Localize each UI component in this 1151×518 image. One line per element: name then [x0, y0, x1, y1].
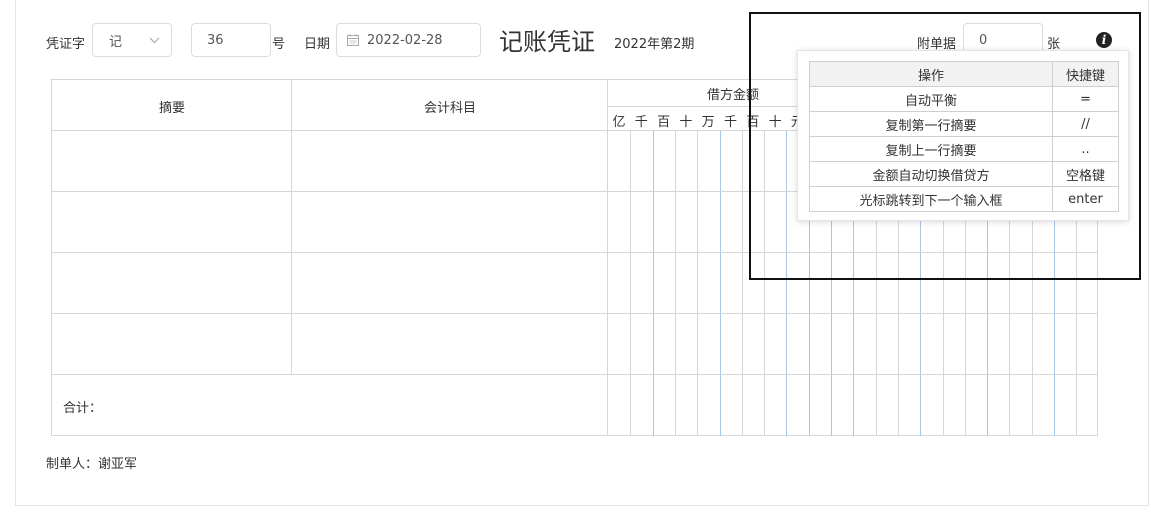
- entry-account-cell[interactable]: [292, 131, 607, 191]
- column-header-summary: 摘要: [158, 101, 185, 116]
- shortcut-key: enter: [1052, 186, 1119, 212]
- shortcut-table: 操作 快捷键 自动平衡 = 复制第一行摘要// 复制上一行摘要.. 金额自动切换借…: [809, 61, 1119, 212]
- digit-column-line: [720, 131, 721, 436]
- shortcut-action: 自动平衡: [809, 86, 1053, 112]
- entry-account-cell[interactable]: [292, 192, 607, 252]
- entry-summary-cell[interactable]: [52, 192, 291, 252]
- page-title: 记账凭证: [499, 28, 595, 56]
- shortcut-help-popup: 操作 快捷键 自动平衡 = 复制第一行摘要// 复制上一行摘要.. 金额自动切换借…: [797, 50, 1129, 221]
- info-icon[interactable]: i: [1096, 32, 1112, 48]
- digit-column-label: 千: [634, 115, 648, 130]
- column-header-account: 会计科目: [423, 101, 476, 116]
- maker-label: 制单人：: [46, 457, 99, 472]
- entry-account-cell[interactable]: [292, 314, 607, 374]
- voucher-word-value: 记: [109, 34, 123, 50]
- entry-account-cell[interactable]: [292, 253, 607, 313]
- entry-summary-cell[interactable]: [52, 131, 291, 191]
- shortcut-action: 光标跳转到下一个输入框: [809, 186, 1053, 212]
- period-label: 2022年第2期: [614, 37, 695, 52]
- shortcut-header-key: 快捷键: [1052, 61, 1119, 87]
- shortcut-row: 自动平衡 =: [809, 86, 1119, 112]
- digit-column-line: [630, 131, 631, 436]
- digit-column-line: [653, 131, 654, 436]
- number-suffix: 号: [272, 37, 286, 52]
- digit-column-label: 百: [657, 115, 671, 130]
- digit-column-line: [786, 131, 787, 436]
- digit-column-line: [764, 131, 765, 436]
- entry-summary-cell[interactable]: [52, 253, 291, 313]
- digit-column-label: 十: [768, 115, 782, 130]
- digit-column-line: [742, 131, 743, 436]
- voucher-number-value: 36: [207, 32, 224, 48]
- digit-column-label: 千: [723, 115, 737, 130]
- voucher-word-label: 凭证字: [46, 37, 86, 52]
- digit-column-label: 亿: [612, 115, 626, 130]
- entry-summary-cell[interactable]: [52, 314, 291, 374]
- digit-column-label: 万: [701, 115, 715, 130]
- shortcut-action: 复制上一行摘要: [809, 136, 1053, 162]
- maker-info: 制单人：谢亚军: [46, 453, 137, 472]
- shortcut-key: ..: [1052, 136, 1119, 162]
- shortcut-action: 金额自动切换借贷方: [809, 161, 1053, 187]
- voucher-number-input[interactable]: 36: [191, 23, 271, 57]
- digit-column-line: [675, 131, 676, 436]
- attachments-value: 0: [979, 32, 988, 48]
- voucher-word-select[interactable]: 记: [92, 23, 172, 57]
- chevron-down-icon: [149, 37, 160, 44]
- calendar-icon: [347, 34, 359, 46]
- shortcut-row: 复制上一行摘要..: [809, 136, 1119, 162]
- shortcut-row: 金额自动切换借贷方 空格键: [809, 161, 1119, 187]
- shortcut-row: 复制第一行摘要//: [809, 111, 1119, 137]
- shortcut-key: //: [1052, 111, 1119, 137]
- shortcut-header-action: 操作: [809, 61, 1053, 87]
- shortcut-key: =: [1052, 86, 1119, 112]
- maker-name: 谢亚军: [98, 457, 138, 472]
- digit-column-label: 百: [746, 115, 760, 130]
- total-label: 合计：: [63, 401, 103, 416]
- date-picker[interactable]: 2022-02-28: [336, 23, 481, 57]
- shortcut-action: 复制第一行摘要: [809, 111, 1053, 137]
- digit-column-label: 十: [679, 115, 693, 130]
- shortcut-key: 空格键: [1052, 161, 1119, 187]
- digit-column-line: [697, 131, 698, 436]
- date-label: 日期: [304, 37, 331, 52]
- shortcut-row: 光标跳转到下一个输入框 enter: [809, 186, 1119, 212]
- date-value: 2022-02-28: [367, 32, 443, 48]
